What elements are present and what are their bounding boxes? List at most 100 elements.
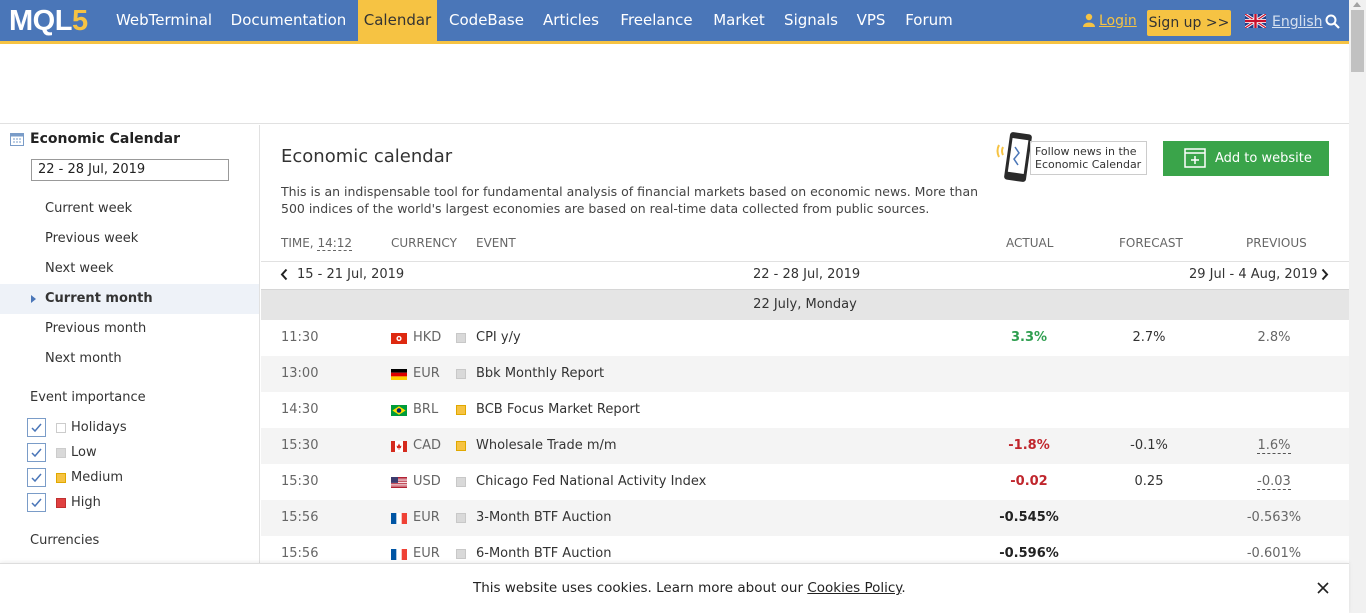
event-name[interactable]: Bbk Monthly Report [476, 356, 604, 392]
event-row[interactable]: 13:00 EUR Bbk Monthly Report [261, 356, 1349, 392]
nav-codebase[interactable]: CodeBase [441, 0, 532, 41]
previous-value: 2.8% [1257, 330, 1291, 345]
importance-indicator [456, 549, 466, 559]
event-name[interactable]: Wholesale Trade m/m [476, 428, 617, 464]
event-row[interactable]: 14:30 BRL BCB Focus Market Report [261, 392, 1349, 428]
event-previous: 2.8% [1226, 320, 1322, 356]
check-icon [31, 498, 42, 508]
event-actual: -0.545% [999, 510, 1059, 525]
fr-flag-icon [391, 549, 407, 560]
page-scrollbar[interactable] [1349, 0, 1366, 613]
medium-checkbox[interactable] [27, 468, 46, 487]
event-row[interactable]: 15:30 CAD Wholesale Trade m/m -1.8% -0.1% 1.6… [261, 428, 1349, 464]
nav-market[interactable]: Market [706, 0, 772, 41]
signup-button[interactable]: Sign up >> [1147, 10, 1231, 36]
event-name[interactable]: CPI y/y [476, 320, 521, 356]
previous-value: -0.601% [1246, 546, 1302, 561]
date-range-input[interactable]: 22 - 28 Jul, 2019 [31, 159, 229, 181]
banner-area [0, 44, 1349, 124]
nav-vps[interactable]: VPS [850, 0, 892, 41]
event-row[interactable]: 11:30 HKD CPI y/y 3.3% 2.7% 2.8% [261, 320, 1349, 356]
importance-indicator [456, 405, 466, 415]
language-selector[interactable]: English [1272, 12, 1323, 32]
hk-flag-icon [391, 333, 407, 344]
user-icon [1083, 13, 1095, 27]
event-actual: -0.02 [1010, 474, 1048, 489]
importance-indicator [456, 333, 466, 343]
check-icon [31, 448, 42, 458]
page-title: Economic calendar [281, 146, 453, 167]
de-flag-icon [391, 369, 407, 380]
search-icon[interactable] [1325, 14, 1340, 29]
fr-flag-icon [391, 513, 407, 524]
event-time: 13:00 [281, 366, 319, 381]
chevron-left-icon[interactable] [280, 268, 288, 281]
column-header-actual: ACTUAL [1006, 236, 1054, 250]
time-header-label: TIME, [281, 236, 314, 250]
currencies-label: Currencies [30, 533, 100, 548]
cookie-message: This website uses cookies. Learn more ab… [473, 580, 906, 596]
period-current-month[interactable]: Current month [0, 284, 259, 314]
close-icon[interactable] [1317, 582, 1329, 594]
uk-flag-icon[interactable] [1245, 14, 1266, 28]
event-importance-label: Event importance [30, 390, 146, 405]
period-next-week[interactable]: Next week [0, 254, 259, 284]
nav-signals[interactable]: Signals [777, 0, 845, 41]
follow-line-1: Follow news in the [1035, 145, 1137, 158]
event-name[interactable]: BCB Focus Market Report [476, 392, 640, 428]
importance-indicator [456, 513, 466, 523]
event-currency: CAD [413, 438, 441, 453]
event-row[interactable]: 15:56 EUR 3-Month BTF Auction -0.545% -0.563… [261, 500, 1349, 536]
column-header-event: EVENT [476, 236, 516, 250]
importance-indicator [456, 477, 466, 487]
cookies-policy-link[interactable]: Cookies Policy [807, 580, 901, 596]
event-row[interactable]: 15:30 USD Chicago Fed National Activity In… [261, 464, 1349, 500]
low-checkbox[interactable] [27, 443, 46, 462]
current-week-label: 22 - 28 Jul, 2019 [753, 267, 861, 282]
event-name[interactable]: Chicago Fed National Activity Index [476, 464, 706, 500]
column-header-previous: PREVIOUS [1246, 236, 1307, 250]
holidays-checkbox[interactable] [27, 418, 46, 437]
period-previous-week[interactable]: Previous week [0, 224, 259, 254]
event-currency: USD [413, 474, 441, 489]
nav-freelance[interactable]: Freelance [612, 0, 701, 41]
nav-webterminal[interactable]: WebTerminal [106, 0, 222, 41]
current-time-value[interactable]: 14:12 [317, 236, 353, 251]
importance-indicator [456, 441, 466, 451]
scroll-up-arrow-icon[interactable] [1353, 2, 1361, 7]
event-currency: EUR [413, 366, 440, 381]
login-link[interactable]: Login [1083, 11, 1137, 31]
login-label: Login [1099, 13, 1137, 29]
nav-calendar[interactable]: Calendar [358, 0, 437, 41]
selected-arrow-icon [31, 295, 36, 303]
period-current-week[interactable]: Current week [0, 194, 259, 224]
event-name[interactable]: 3-Month BTF Auction [476, 500, 612, 536]
previous-value[interactable]: 1.6% [1257, 438, 1291, 454]
low-label: Low [71, 445, 97, 460]
next-week-link[interactable]: 29 Jul - 4 Aug, 2019 [1189, 266, 1317, 284]
cookie-suffix: . [901, 580, 906, 596]
previous-week-link[interactable]: 15 - 21 Jul, 2019 [297, 266, 404, 284]
mobile-phone-icon[interactable] [995, 131, 1035, 185]
event-currency: BRL [413, 402, 439, 417]
add-widget-icon [1184, 148, 1206, 168]
follow-news-button[interactable]: Follow news in the Economic Calendar [1030, 141, 1147, 175]
period-next-month[interactable]: Next month [0, 344, 259, 374]
sidebar-title: Economic Calendar [30, 131, 180, 147]
medium-color-swatch [56, 473, 66, 483]
mql5-logo[interactable]: MQL5 [9, 4, 88, 38]
nav-articles[interactable]: Articles [533, 0, 609, 41]
event-time: 11:30 [281, 330, 319, 345]
ca-flag-icon [391, 441, 407, 452]
importance-indicator [456, 369, 466, 379]
nav-documentation[interactable]: Documentation [222, 0, 355, 41]
previous-value[interactable]: -0.03 [1257, 474, 1291, 490]
column-header-time: TIME, 14:12 [281, 235, 353, 251]
nav-forum[interactable]: Forum [897, 0, 961, 41]
high-checkbox[interactable] [27, 493, 46, 512]
column-header-forecast: FORECAST [1119, 236, 1183, 250]
check-icon [31, 423, 42, 433]
chevron-right-icon[interactable] [1321, 268, 1329, 281]
scrollbar-thumb[interactable] [1351, 10, 1364, 72]
period-previous-month[interactable]: Previous month [0, 314, 259, 344]
